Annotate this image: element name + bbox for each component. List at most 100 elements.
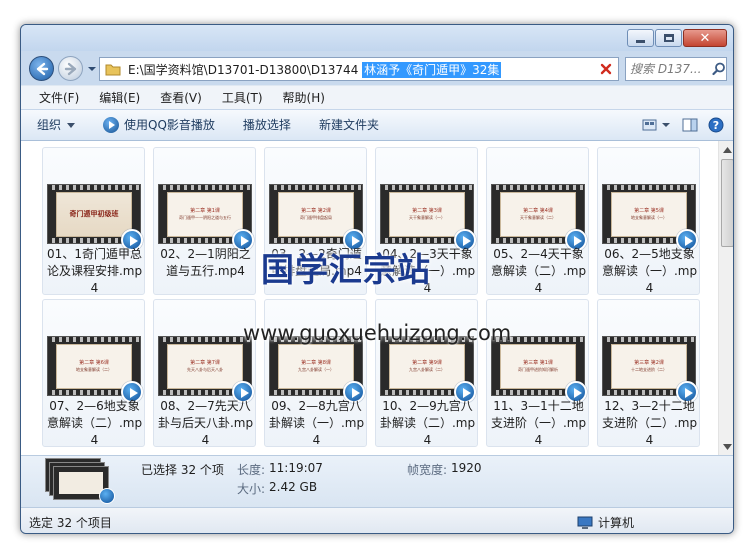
new-folder-button[interactable]: 新建文件夹 <box>309 113 389 137</box>
thumbnail-title: 第二章 第4课 <box>523 208 553 214</box>
status-location-label: 计算机 <box>598 516 635 530</box>
thumbnail-title: 第二章 第3课 <box>412 208 442 214</box>
address-path-prefix: E:\国学资料馆\D13701-D13800\D13744 <box>128 62 363 77</box>
file-item[interactable]: 第二章 第1课 奇门遁甲——阴阳之道与五行 02、2—1阴阳之道与五行.mp4 <box>153 147 256 295</box>
thumbnail-subtitle: 奇门遁甲——阴阳之道与五行 <box>179 215 231 220</box>
thumbnail-subtitle: 奇门遁甲排盘起局 <box>300 215 332 220</box>
close-button[interactable]: ✕ <box>683 29 727 47</box>
menu-bar: 文件(F) 编辑(E) 查看(V) 工具(T) 帮助(H) <box>21 85 733 109</box>
thumbnail-title: 第二章 第5课 <box>634 208 664 214</box>
menu-file[interactable]: 文件(F) <box>29 87 89 109</box>
selected-count: 已选择 32 个项 <box>141 463 224 477</box>
address-path[interactable]: E:\国学资料馆\D13701-D13800\D13744 林涵予《奇门遁甲》3… <box>128 61 502 78</box>
back-button[interactable] <box>29 56 54 81</box>
play-selection-button[interactable]: 播放选择 <box>233 113 301 137</box>
preview-pane-button[interactable] <box>677 113 703 137</box>
help-icon: ? <box>708 117 724 133</box>
file-name: 09、2—8九宫八卦解读（一）.mp4 <box>268 399 365 447</box>
explorer-window: ✕ E:\国学资料馆\D13701-D13800\D13744 林涵予《奇门遁甲… <box>20 24 734 534</box>
search-input[interactable] <box>630 62 710 76</box>
red-x-icon <box>600 63 611 75</box>
file-item[interactable]: 第三章 第2课 十二地支进阶（二） 12、3—2十二地支进阶（二）.mp4 <box>597 299 700 447</box>
computer-icon <box>577 516 593 529</box>
play-selection-label: 播放选择 <box>242 118 291 132</box>
thumbnail-title: 第二章 第2课 <box>301 208 331 214</box>
play-with-qq-button[interactable]: 使用QQ影音播放 <box>93 113 225 137</box>
view-menu-icon <box>642 119 670 131</box>
new-folder-label: 新建文件夹 <box>318 118 379 132</box>
maximize-icon <box>663 34 674 42</box>
scroll-thumb[interactable] <box>721 159 733 247</box>
address-path-selected: 林涵予《奇门遁甲》32集 <box>362 61 502 78</box>
minimize-icon <box>636 39 645 43</box>
file-item[interactable]: 第二章 第4课 天干象意解读（二） 05、2—4天干象意解读（二）.mp4 <box>486 147 589 295</box>
minimize-button[interactable] <box>627 29 654 47</box>
arrow-left-icon <box>36 62 48 75</box>
help-button[interactable]: ? <box>703 113 729 137</box>
command-bar-right: ? <box>637 113 733 137</box>
file-name: 06、2—5地支象意解读（一）.mp4 <box>601 247 698 295</box>
thumbnail-subtitle: 地支象意解读（二） <box>76 367 112 372</box>
thumbnail-subtitle: 天干象意解读（一） <box>409 215 445 220</box>
thumbnail-title: 第二章 第9课 <box>412 360 442 366</box>
status-location: 计算机 <box>577 514 634 531</box>
search-box[interactable] <box>625 57 727 81</box>
view-options-button[interactable] <box>637 113 677 137</box>
svg-text:?: ? <box>713 119 719 132</box>
thumbnail-title: 第三章 第2课 <box>634 360 664 366</box>
maximize-button[interactable] <box>655 29 682 47</box>
thumbnail-title: 第二章 第8课 <box>301 360 331 366</box>
thumbnail-title: 第二章 第6课 <box>79 360 109 366</box>
thumbnail-title: 第三章 第1课 <box>523 360 553 366</box>
thumbnail-subtitle: 九宫八卦解读（一） <box>298 367 334 372</box>
thumbnail-subtitle: 十二地支进阶（二） <box>631 367 667 372</box>
menu-help[interactable]: 帮助(H) <box>273 87 335 109</box>
frame-width-value: 1920 <box>451 461 482 475</box>
file-name: 02、2—1阴阳之道与五行.mp4 <box>160 247 251 278</box>
file-item[interactable]: 第二章 第6课 地支象意解读（二） 07、2—6地支象意解读（二）.mp4 <box>42 299 145 447</box>
details-pane: 已选择 32 个项 长度: 11:19:07 大小: 2.42 GB 帧宽度: … <box>21 455 733 507</box>
file-item[interactable]: 第二章 第5课 地支象意解读（一） 06、2—5地支象意解读（一）.mp4 <box>597 147 700 295</box>
scroll-down-icon <box>723 443 732 450</box>
file-name: 01、1奇门遁甲总论及课程安排.mp4 <box>46 247 143 295</box>
file-item[interactable]: 奇门遁甲初级班 01、1奇门遁甲总论及课程安排.mp4 <box>42 147 145 295</box>
file-name: 10、2—9九宫八卦解读（二）.mp4 <box>379 399 476 447</box>
menu-edit[interactable]: 编辑(E) <box>89 87 150 109</box>
command-bar: 组织 使用QQ影音播放 播放选择 新建文件夹 ? <box>21 109 733 141</box>
play-with-qq-label: 使用QQ影音播放 <box>124 118 215 132</box>
status-bar: 选定 32 个项目 计算机 <box>21 507 733 533</box>
file-list-area[interactable]: 奇门遁甲初级班 01、1奇门遁甲总论及课程安排.mp4 第二章 第1课 奇门遁甲——阴… <box>21 141 733 455</box>
menu-tools[interactable]: 工具(T) <box>212 87 273 109</box>
file-name: 05、2—4天干象意解读（二）.mp4 <box>490 247 587 295</box>
preview-pane-icon <box>682 118 698 132</box>
thumbnail-title: 奇门遁甲初级班 <box>69 210 119 218</box>
stop-button[interactable] <box>593 57 619 81</box>
forward-button[interactable] <box>58 56 83 81</box>
address-bar[interactable]: E:\国学资料馆\D13701-D13800\D13744 林涵予《奇门遁甲》3… <box>99 57 619 81</box>
watermark-text: 国学汇宗站 <box>261 250 431 289</box>
file-item[interactable]: 第二章 第7课 先天八卦与后天八卦 08、2—7先天八卦与后天八卦.mp4 <box>153 299 256 447</box>
chevron-down-icon <box>67 122 76 128</box>
arrow-right-icon <box>64 62 76 75</box>
thumbnail-subtitle: 地支象意解读（一） <box>631 215 667 220</box>
scroll-down-button[interactable] <box>719 438 733 455</box>
size-value: 2.42 GB <box>269 480 318 494</box>
recent-pages-dropdown-icon[interactable] <box>87 64 97 74</box>
menu-view[interactable]: 查看(V) <box>150 87 212 109</box>
folder-icon <box>104 61 122 77</box>
file-name: 07、2—6地支象意解读（二）.mp4 <box>46 399 143 447</box>
scroll-up-icon <box>723 146 732 153</box>
navigation-bar: E:\国学资料馆\D13701-D13800\D13744 林涵予《奇门遁甲》3… <box>21 53 733 85</box>
file-name: 11、3—1十二地支进阶（一）.mp4 <box>490 399 587 447</box>
thumbnail-subtitle: 奇门遁甲进阶知识解析 <box>518 367 558 372</box>
organize-button[interactable]: 组织 <box>27 113 85 137</box>
search-icon[interactable] <box>712 62 726 76</box>
qq-player-icon <box>103 117 120 133</box>
vertical-scrollbar[interactable] <box>718 141 733 455</box>
scroll-up-button[interactable] <box>719 141 733 158</box>
size-key: 大小: <box>237 482 266 496</box>
title-bar[interactable]: ✕ <box>21 25 733 51</box>
thumbnail-subtitle: 天干象意解读（二） <box>520 215 556 220</box>
thumbnail-subtitle: 先天八卦与后天八卦 <box>187 367 223 372</box>
length-key: 长度: <box>237 463 266 477</box>
